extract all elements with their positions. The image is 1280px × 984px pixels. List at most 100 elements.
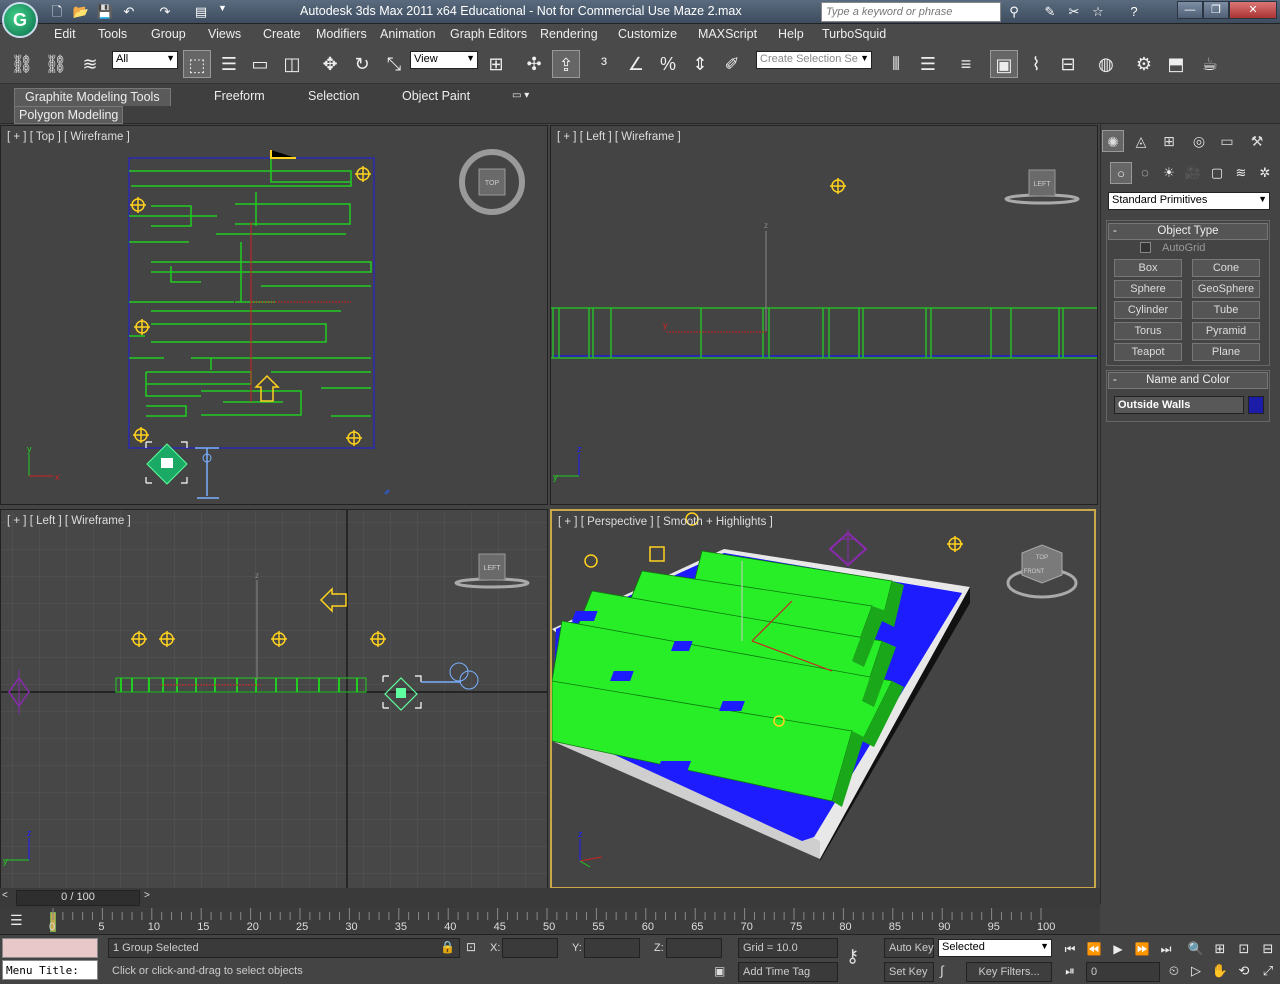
field-of-view-icon[interactable]: ▷ (1186, 962, 1206, 980)
select-and-link-icon[interactable]: ⛓ (8, 50, 36, 78)
spinner-snap-icon[interactable]: ⇕ (686, 50, 714, 78)
project-folder-icon[interactable]: ▤ (192, 3, 210, 21)
shapes-icon[interactable]: ◌ (1134, 162, 1156, 184)
menu-modifiers[interactable]: Modifiers (316, 27, 367, 41)
absolute-mode-icon[interactable]: ⊡ (466, 940, 476, 954)
select-manipulate-icon[interactable]: ✣ (520, 50, 548, 78)
name-color-header[interactable]: - Name and Color (1108, 372, 1268, 389)
add-time-tag[interactable]: Add Time Tag (738, 962, 838, 982)
minimize-button[interactable]: — (1177, 1, 1203, 19)
pivot-center-icon[interactable]: ⊞ (482, 50, 510, 78)
viewport-left2-label[interactable]: [ + ] [ Left ] [ Wireframe ] (7, 515, 131, 527)
select-by-name-icon[interactable]: ☰ (215, 50, 243, 78)
time-next-icon[interactable]: > (144, 890, 156, 906)
teapot-button[interactable]: Teapot (1114, 343, 1182, 361)
menu-rendering[interactable]: Rendering (540, 27, 598, 41)
key-icon[interactable]: ✎ (1040, 2, 1060, 22)
menu-graph-editors[interactable]: Graph Editors (450, 27, 527, 41)
time-config-icon[interactable]: ⏲ (1164, 962, 1184, 980)
menu-views[interactable]: Views (208, 27, 241, 41)
helpers-icon[interactable]: ▢ (1206, 162, 1228, 184)
pan-view-icon[interactable]: ✋ (1210, 962, 1230, 980)
cone-button[interactable]: Cone (1192, 259, 1260, 277)
geosphere-button[interactable]: GeoSphere (1192, 280, 1260, 298)
edit-named-selections-icon[interactable]: ✐ (718, 50, 746, 78)
modify-tab-icon[interactable]: ◬ (1130, 130, 1152, 152)
menu-edit[interactable]: Edit (54, 27, 76, 41)
systems-icon[interactable]: ✲ (1254, 162, 1276, 184)
time-slider[interactable]: 0 / 100 (16, 890, 140, 906)
lock-selection-icon[interactable]: 🔒 (440, 940, 455, 954)
sphere-button[interactable]: Sphere (1114, 280, 1182, 298)
key-mode-toggle-icon[interactable]: ⏯ (1060, 963, 1080, 979)
binoculars-icon[interactable]: ⚲ (1004, 2, 1024, 22)
key-filters-button[interactable]: Key Filters... (966, 962, 1052, 982)
named-selection-sets-dropdown[interactable]: Create Selection Se ▼ (756, 51, 872, 69)
hierarchy-tab-icon[interactable]: ⊞ (1158, 130, 1180, 152)
render-production-icon[interactable]: ☕ (1196, 50, 1224, 78)
plane-button[interactable]: Plane (1192, 343, 1260, 361)
space-warps-icon[interactable]: ≋ (1230, 162, 1252, 184)
open-file-icon[interactable]: 📂 (72, 3, 90, 21)
menu-turbosquid[interactable]: TurboSquid (822, 27, 886, 41)
object-name-field[interactable]: Outside Walls (1114, 396, 1244, 414)
cameras-icon[interactable]: 🎥 (1182, 162, 1204, 184)
unlink-icon[interactable]: ⛓ (42, 50, 70, 78)
viewport-persp-label[interactable]: [ + ] [ Perspective ] [ Smooth + Highlig… (558, 516, 773, 528)
y-coord-field[interactable] (584, 938, 640, 958)
play-icon[interactable]: ▶ (1108, 941, 1128, 957)
percent-snap-icon[interactable]: % (654, 50, 682, 78)
zoom-all-icon[interactable]: ⊞ (1210, 940, 1230, 958)
time-prev-icon[interactable]: < (2, 890, 14, 906)
motion-tab-icon[interactable]: ◎ (1188, 130, 1210, 152)
utilities-tab-icon[interactable]: ⚒ (1246, 130, 1268, 152)
tab-polygon-modeling[interactable]: Polygon Modeling (14, 106, 124, 124)
viewport-top[interactable]: [ + ] [ Top ] [ Wireframe ] y x TOP (0, 125, 548, 505)
window-crossing-icon[interactable]: ◫ (278, 50, 306, 78)
zoom-extents-icon[interactable]: ⊡ (1234, 940, 1254, 958)
render-setup-icon[interactable]: ⚙ (1130, 50, 1158, 78)
auto-key-button[interactable]: Auto Key (884, 938, 934, 958)
select-and-move-icon[interactable]: ✥ (316, 50, 344, 78)
z-coord-field[interactable] (666, 938, 722, 958)
app-menu-button[interactable]: G (2, 2, 38, 38)
star-icon[interactable]: ☆ (1088, 2, 1108, 22)
maxscript-input[interactable]: Menu Title: (2, 960, 98, 980)
schematic-view-icon[interactable]: ⊟ (1054, 50, 1082, 78)
quick-access-dropdown[interactable]: ▼ (218, 3, 227, 21)
maximize-viewport-icon[interactable]: ⤢ (1258, 962, 1278, 980)
menu-group[interactable]: Group (151, 27, 186, 41)
new-file-icon[interactable]: 🗋 (48, 3, 66, 21)
selection-filter-dropdown[interactable]: All ▼ (112, 51, 178, 69)
pyramid-button[interactable]: Pyramid (1192, 322, 1260, 340)
menu-customize[interactable]: Customize (618, 27, 677, 41)
tube-button[interactable]: Tube (1192, 301, 1260, 319)
select-object-icon[interactable]: ⬚ (183, 50, 211, 78)
tab-selection[interactable]: Selection (298, 88, 369, 106)
previous-frame-icon[interactable]: ⏪ (1084, 941, 1104, 957)
display-tab-icon[interactable]: ▭ (1216, 130, 1238, 152)
curve-editor-icon[interactable]: ⌇ (1022, 50, 1050, 78)
primitive-category-dropdown[interactable]: Standard Primitives ▼ (1108, 192, 1270, 210)
tools-icon[interactable]: ✂ (1064, 2, 1084, 22)
lights-icon[interactable]: ☀ (1158, 162, 1180, 184)
layer-manager-icon[interactable]: ≡ (952, 50, 980, 78)
key-tangent-icon[interactable]: ∫ (940, 963, 944, 978)
reference-coordinate-dropdown[interactable]: View ▼ (410, 51, 478, 69)
box-button[interactable]: Box (1114, 259, 1182, 277)
keyboard-shortcut-override-icon[interactable]: ⇪ (552, 50, 580, 78)
x-coord-field[interactable] (502, 938, 558, 958)
bind-space-warp-icon[interactable]: ≋ (76, 50, 104, 78)
torus-button[interactable]: Torus (1114, 322, 1182, 340)
next-frame-icon[interactable]: ⏩ (1132, 941, 1152, 957)
select-and-scale-icon[interactable]: ⤡ (380, 50, 408, 78)
key-mode-dropdown[interactable]: Selected ▼ (938, 939, 1052, 957)
tab-object-paint[interactable]: Object Paint (392, 88, 480, 106)
align-icon[interactable]: ☰ (914, 50, 942, 78)
restore-button[interactable]: ❐ (1203, 1, 1229, 19)
tab-freeform[interactable]: Freeform (204, 88, 275, 106)
tab-graphite-modeling-tools[interactable]: Graphite Modeling Tools (14, 88, 171, 106)
material-editor-icon[interactable]: ◍ (1092, 50, 1120, 78)
zoom-extents-all-icon[interactable]: ⊟ (1258, 940, 1278, 958)
angle-snap-icon[interactable]: ∠ (622, 50, 650, 78)
